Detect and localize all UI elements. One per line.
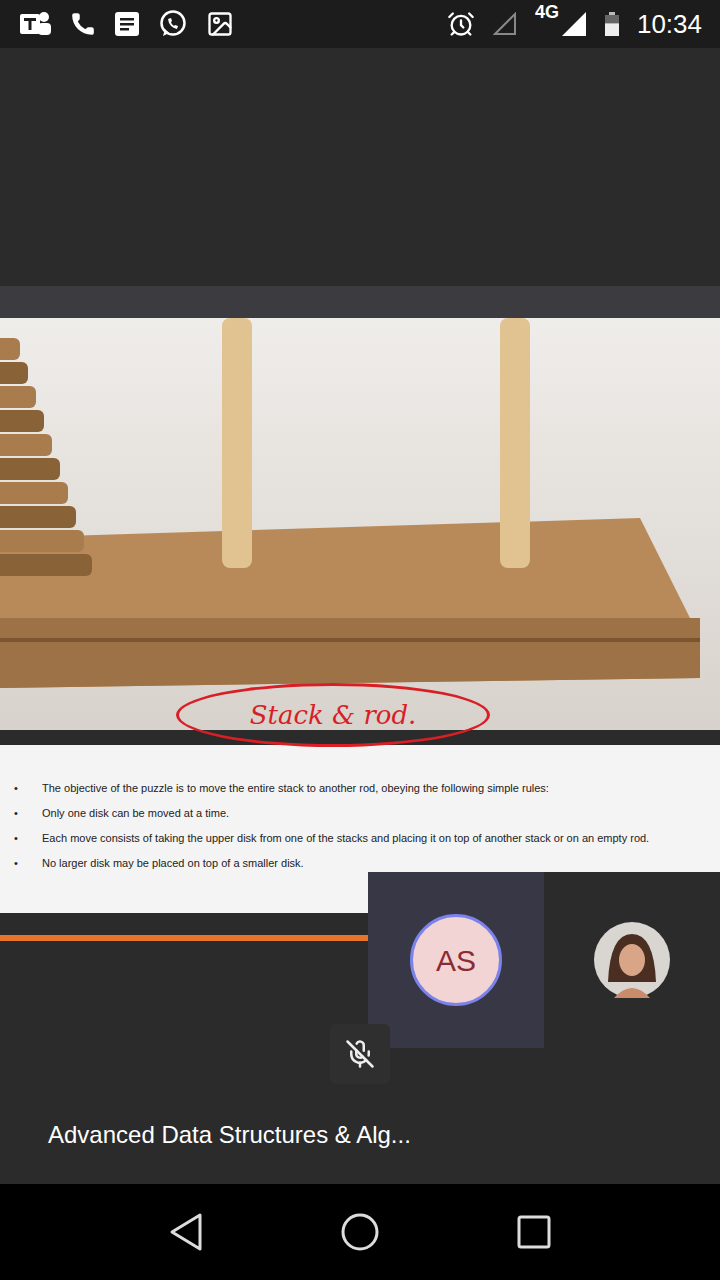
network-type: 4G xyxy=(535,3,559,21)
signal-icon xyxy=(561,11,587,37)
meeting-title: Advanced Data Structures & Alg... xyxy=(48,1119,672,1151)
signal-empty-icon xyxy=(493,12,517,36)
ink-annotation: Stack & rod. xyxy=(250,702,417,728)
whatsapp-icon xyxy=(158,9,188,39)
participant-tile[interactable] xyxy=(544,872,720,1048)
home-icon[interactable] xyxy=(340,1212,380,1252)
screen: 4G 10:34 Stack & rod. •The objective of the… xyxy=(0,0,720,1280)
mic-off-icon xyxy=(345,1039,375,1069)
nav-bar xyxy=(0,1184,720,1280)
back-icon[interactable] xyxy=(168,1212,204,1252)
slide-bullet: •No larger disk may be placed on top of … xyxy=(14,856,706,870)
slide-bullet: •Only one disk can be moved at a time. xyxy=(14,806,706,820)
notes-icon xyxy=(114,11,140,37)
slide-accent-bar xyxy=(0,935,368,941)
phone-icon xyxy=(70,11,96,37)
slide-photo: Stack & rod. xyxy=(0,318,720,730)
slide-bullet: •The objective of the puzzle is to move … xyxy=(14,781,706,795)
battery-icon xyxy=(605,12,619,36)
recents-icon[interactable] xyxy=(516,1214,552,1250)
clock: 10:34 xyxy=(637,11,702,37)
teams-icon xyxy=(18,9,52,39)
slide-bullet: •Each move consists of taking the upper … xyxy=(14,831,706,845)
participant-tile[interactable]: AS xyxy=(368,872,544,1048)
mute-button[interactable] xyxy=(330,1024,390,1084)
status-bar: 4G 10:34 xyxy=(0,0,720,48)
participant-avatar: AS xyxy=(410,914,502,1006)
alarm-icon xyxy=(447,10,475,38)
participant-photo-icon xyxy=(594,922,670,998)
gallery-icon xyxy=(206,10,234,38)
